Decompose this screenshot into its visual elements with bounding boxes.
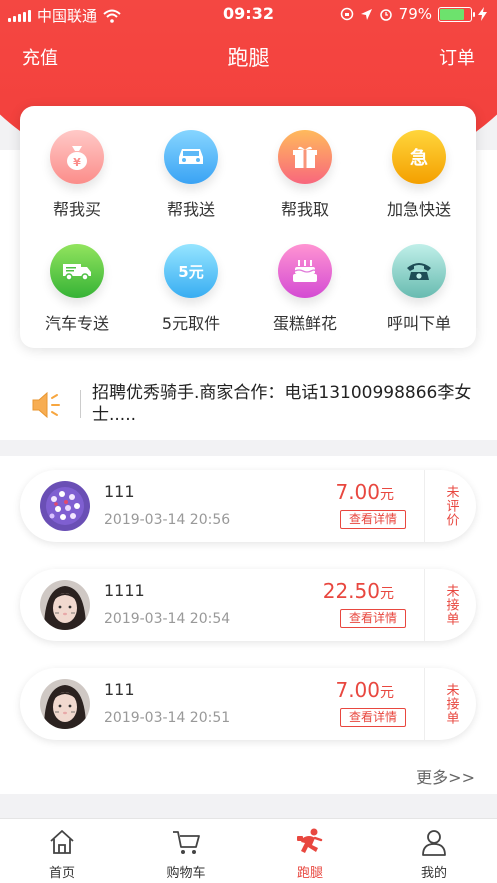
car-icon: [164, 130, 218, 184]
tab-bar: 首页 购物车 跑腿 我的: [0, 818, 497, 883]
service-label: 加急快送: [386, 200, 451, 219]
battery-percent: 79%: [398, 5, 432, 23]
gift-icon: [278, 130, 332, 184]
cake-icon: [278, 244, 332, 298]
service-five-yuan-pickup[interactable]: 5元 5元取件: [134, 220, 248, 333]
service-deliver-for-me[interactable]: 帮我送: [134, 106, 248, 219]
service-urgent-delivery[interactable]: 急 加急快送: [362, 106, 476, 219]
services-card: ¥ 帮我买 帮我送 帮我取 急 加急快送 汽车专送 5元 5元取件 蛋糕鲜花 呼…: [20, 106, 476, 348]
urgent-icon: 急: [392, 130, 446, 184]
order-price: 7.00元: [335, 678, 394, 702]
tab-label: 我的: [420, 866, 447, 881]
order-status: 未评价: [424, 470, 476, 542]
avatar: [40, 580, 90, 630]
cart-icon: [173, 831, 200, 854]
divider: [80, 390, 81, 418]
order-time: 2019-03-14 20:51: [104, 710, 231, 726]
tab-label: 首页: [48, 866, 75, 881]
battery-icon: [438, 6, 475, 22]
five-yuan-icon: 5元: [164, 244, 218, 298]
service-label: 汽车专送: [44, 314, 109, 333]
order-card[interactable]: 111 2019-03-14 20:51 7.00元 查看详情 未接单: [20, 668, 476, 740]
service-label: 帮我买: [52, 200, 101, 219]
telephone-icon: [392, 244, 446, 298]
service-label: 帮我取: [280, 200, 329, 219]
order-price: 22.50元: [322, 579, 394, 603]
view-details-button[interactable]: 查看详情: [340, 708, 406, 727]
tab-home[interactable]: 首页: [0, 819, 124, 883]
order-name: 1111: [104, 581, 145, 600]
alarm-icon: [379, 9, 392, 21]
service-pickup-for-me[interactable]: 帮我取: [248, 106, 362, 219]
order-name: 111: [104, 482, 135, 501]
order-card[interactable]: 111 2019-03-14 20:56 7.00元 查看详情 未评价: [20, 470, 476, 542]
tab-label: 跑腿: [296, 866, 323, 881]
service-label: 帮我送: [166, 200, 215, 219]
status-bar: 中国联通 09:32 79%: [0, 0, 497, 30]
announcement-bar[interactable]: 招聘优秀骑手.商家合作：电话13100998866李女士.....: [0, 372, 497, 440]
order-time: 2019-03-14 20:54: [104, 611, 231, 627]
service-label: 呼叫下单: [386, 314, 451, 333]
order-status: 未接单: [424, 569, 476, 641]
service-call-order[interactable]: 呼叫下单: [362, 220, 476, 333]
nav-bar: 充值 跑腿 订单: [0, 38, 497, 74]
more-link[interactable]: 更多>>: [416, 764, 475, 788]
order-card[interactable]: 1111 2019-03-14 20:54 22.50元 查看详情 未接单: [20, 569, 476, 641]
avatar: [40, 481, 90, 531]
service-label: 蛋糕鲜花: [272, 314, 337, 333]
view-details-button[interactable]: 查看详情: [340, 510, 406, 529]
user-icon: [422, 830, 446, 856]
service-label: 5元取件: [161, 314, 221, 333]
page-title: 跑腿: [227, 46, 270, 70]
order-time: 2019-03-14 20:56: [104, 512, 231, 528]
announcement-text: 招聘优秀骑手.商家合作：电话13100998866李女士.....: [92, 383, 472, 425]
tab-errands[interactable]: 跑腿: [248, 819, 372, 883]
order-name: 111: [104, 680, 135, 699]
tab-mine[interactable]: 我的: [372, 819, 496, 883]
location-icon: [360, 8, 372, 20]
charging-icon: [478, 7, 487, 21]
order-price: 7.00元: [335, 480, 394, 504]
service-buy-for-me[interactable]: ¥ 帮我买: [20, 106, 134, 219]
lock-rotation-icon: [340, 7, 353, 21]
avatar: [40, 679, 90, 729]
service-car-delivery[interactable]: 汽车专送: [20, 220, 134, 333]
runner-icon: [297, 828, 323, 853]
tab-label: 购物车: [166, 866, 206, 881]
truck-icon: [50, 244, 104, 298]
svg-text:¥: ¥: [73, 156, 81, 169]
orders-button[interactable]: 订单: [439, 44, 475, 70]
money-bag-icon: ¥: [50, 130, 104, 184]
order-status: 未接单: [424, 668, 476, 740]
home-icon: [50, 830, 74, 854]
speaker-icon: [32, 391, 60, 419]
tab-cart[interactable]: 购物车: [124, 819, 248, 883]
service-cake-flowers[interactable]: 蛋糕鲜花: [248, 220, 362, 333]
view-details-button[interactable]: 查看详情: [340, 609, 406, 628]
